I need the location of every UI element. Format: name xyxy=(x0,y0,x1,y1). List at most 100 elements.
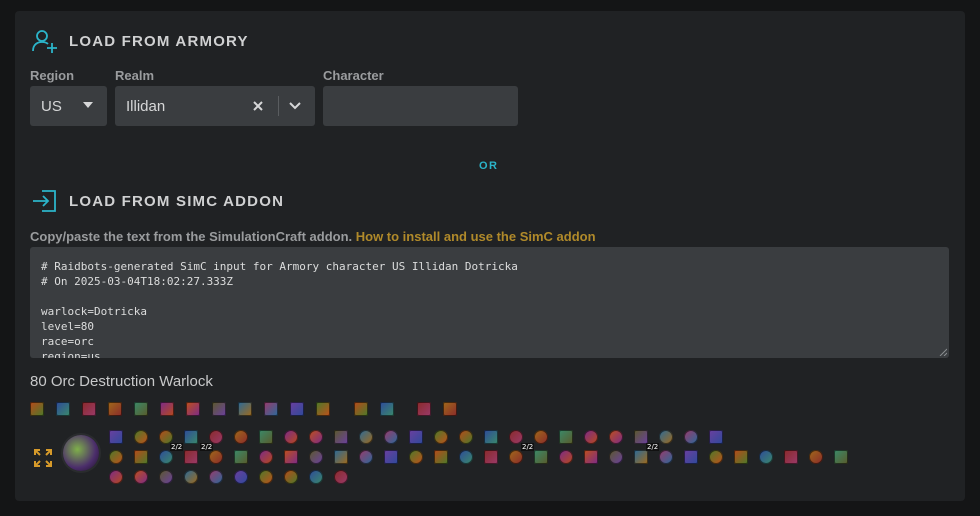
realm-select[interactable]: Illidan xyxy=(115,86,315,126)
spell-icon[interactable] xyxy=(334,430,348,444)
spell-icon[interactable] xyxy=(186,402,200,416)
talent-rank-badge: 2/2 xyxy=(521,443,535,451)
spell-icon[interactable] xyxy=(484,450,498,464)
spell-icon[interactable] xyxy=(259,450,273,464)
spell-icon[interactable] xyxy=(309,450,323,464)
spell-icon[interactable] xyxy=(417,402,431,416)
spell-icon[interactable] xyxy=(380,402,394,416)
spell-icon[interactable] xyxy=(359,450,373,464)
user-plus-icon xyxy=(32,30,57,53)
spell-icon[interactable] xyxy=(609,430,623,444)
spell-icon[interactable] xyxy=(354,402,368,416)
spell-icon[interactable] xyxy=(184,430,198,444)
spell-icon[interactable] xyxy=(659,450,673,464)
simc-textarea[interactable]: # Raidbots-generated SimC input for Armo… xyxy=(30,247,949,358)
spell-icon[interactable] xyxy=(209,430,223,444)
spell-icon[interactable] xyxy=(134,402,148,416)
spell-icon[interactable] xyxy=(409,450,423,464)
spell-icon[interactable] xyxy=(134,450,148,464)
spell-icon[interactable] xyxy=(284,470,298,484)
spell-icon[interactable] xyxy=(109,470,123,484)
resize-grip-icon[interactable] xyxy=(939,348,947,356)
spell-icon[interactable] xyxy=(209,450,223,464)
spell-icon[interactable] xyxy=(309,430,323,444)
instructions-text: Copy/paste the text from the SimulationC… xyxy=(30,229,356,244)
spell-icon[interactable] xyxy=(443,402,457,416)
spell-icon[interactable] xyxy=(434,450,448,464)
spell-icon[interactable] xyxy=(212,402,226,416)
textarea-line: region=us xyxy=(41,350,101,358)
avatar xyxy=(63,435,99,471)
textarea-line: warlock=Dotricka xyxy=(41,305,147,318)
spell-icon[interactable] xyxy=(234,470,248,484)
spell-icon[interactable] xyxy=(108,402,122,416)
spell-icon[interactable] xyxy=(264,402,278,416)
spell-icon[interactable] xyxy=(284,450,298,464)
spell-icon[interactable] xyxy=(359,430,373,444)
spell-icon[interactable] xyxy=(459,430,473,444)
spell-icon[interactable] xyxy=(709,450,723,464)
spell-icon[interactable] xyxy=(559,430,573,444)
spell-icon[interactable] xyxy=(238,402,252,416)
spell-icon[interactable] xyxy=(290,402,304,416)
spell-icon[interactable] xyxy=(509,430,523,444)
spell-icon[interactable] xyxy=(30,402,44,416)
spell-icon[interactable] xyxy=(234,430,248,444)
spell-icon[interactable] xyxy=(82,402,96,416)
talent-rank-badge: 2/2 xyxy=(170,443,184,451)
realm-value: Illidan xyxy=(126,97,166,115)
simc-help-link[interactable]: How to install and use the SimC addon xyxy=(356,229,596,244)
spell-icon[interactable] xyxy=(159,430,173,444)
spell-icon[interactable] xyxy=(409,430,423,444)
spell-icon[interactable] xyxy=(209,470,223,484)
spell-icon[interactable] xyxy=(234,450,248,464)
spell-icon[interactable] xyxy=(434,430,448,444)
expand-icon[interactable] xyxy=(33,448,53,468)
spell-icon[interactable] xyxy=(609,450,623,464)
spell-icon[interactable] xyxy=(284,430,298,444)
spell-icon[interactable] xyxy=(784,450,798,464)
spell-icon[interactable] xyxy=(759,450,773,464)
spell-icon[interactable] xyxy=(134,430,148,444)
spell-icon[interactable] xyxy=(159,470,173,484)
spell-icon[interactable] xyxy=(134,470,148,484)
spell-icon[interactable] xyxy=(809,450,823,464)
spell-icon[interactable] xyxy=(534,450,548,464)
spell-icon[interactable] xyxy=(509,450,523,464)
spell-icon[interactable] xyxy=(259,470,273,484)
talent-rank-badge: 2/2 xyxy=(646,443,660,451)
spell-icon[interactable] xyxy=(334,450,348,464)
spell-icon[interactable] xyxy=(309,470,323,484)
spell-icon[interactable] xyxy=(709,430,723,444)
spell-icon[interactable] xyxy=(109,430,123,444)
spell-icon[interactable] xyxy=(184,470,198,484)
spell-icon[interactable] xyxy=(159,450,173,464)
spell-icon[interactable] xyxy=(534,430,548,444)
clear-icon[interactable] xyxy=(253,101,263,111)
spell-icon[interactable] xyxy=(459,450,473,464)
spell-icon[interactable] xyxy=(684,450,698,464)
region-select[interactable]: US xyxy=(30,86,107,126)
spell-icon[interactable] xyxy=(56,402,70,416)
spell-icon[interactable] xyxy=(384,430,398,444)
spell-icon[interactable] xyxy=(584,450,598,464)
spell-icon[interactable] xyxy=(684,430,698,444)
spell-icon[interactable] xyxy=(384,450,398,464)
spell-icon[interactable] xyxy=(834,450,848,464)
spell-icon[interactable] xyxy=(659,430,673,444)
spell-icon[interactable] xyxy=(734,450,748,464)
spell-icon[interactable] xyxy=(634,430,648,444)
spell-icon[interactable] xyxy=(109,450,123,464)
spell-icon[interactable] xyxy=(316,402,330,416)
spell-icon[interactable] xyxy=(484,430,498,444)
caret-down-icon xyxy=(83,102,93,108)
spell-icon[interactable] xyxy=(334,470,348,484)
spell-icon[interactable] xyxy=(634,450,648,464)
character-input[interactable] xyxy=(323,86,518,126)
spell-icon[interactable] xyxy=(160,402,174,416)
spell-icon[interactable] xyxy=(184,450,198,464)
spell-icon[interactable] xyxy=(584,430,598,444)
chevron-down-icon[interactable] xyxy=(289,102,301,110)
spell-icon[interactable] xyxy=(559,450,573,464)
spell-icon[interactable] xyxy=(259,430,273,444)
